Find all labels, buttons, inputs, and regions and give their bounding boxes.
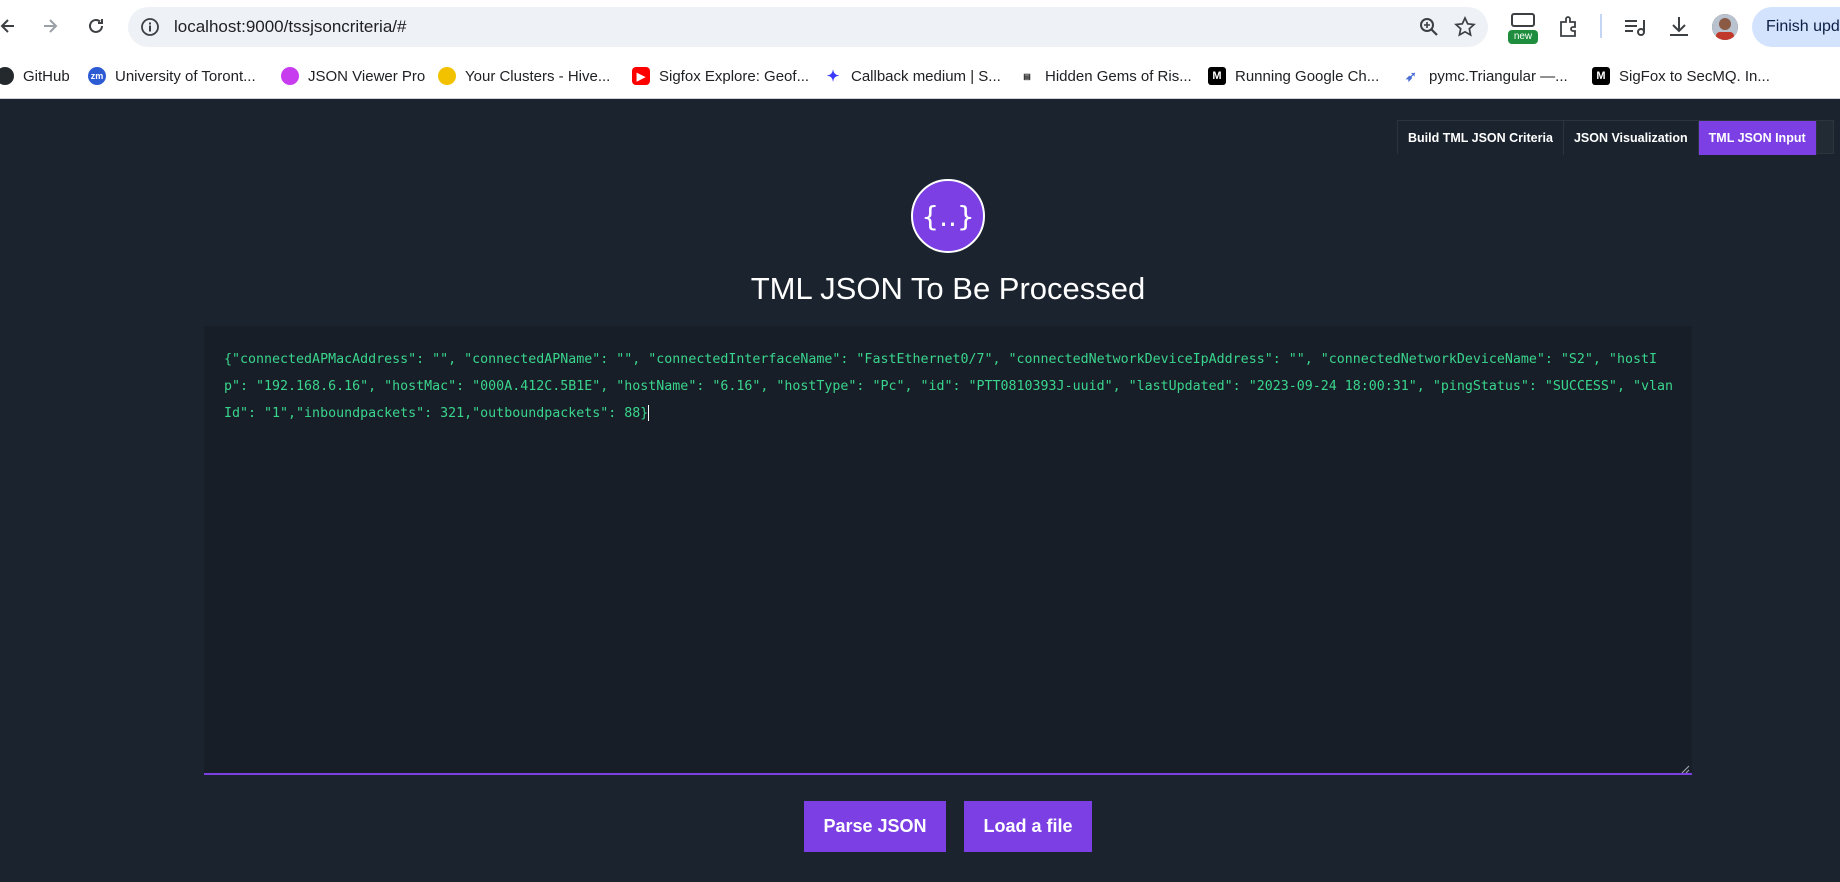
medium-icon: M [1592,67,1610,85]
extension-new-icon[interactable]: new [1508,10,1538,46]
github-icon [0,67,14,85]
bookmark-label: Sigfox Explore: Geof... [659,67,810,85]
book-icon: ▤ [1018,67,1036,85]
media-queue-icon[interactable] [1622,14,1648,40]
new-badge: new [1508,30,1538,44]
bookmark-label: Your Clusters - Hive... [465,67,611,85]
extensions-puzzle-icon[interactable] [1556,14,1582,40]
parse-json-button[interactable]: Parse JSON [804,801,946,852]
reload-icon[interactable] [82,12,110,40]
bookmark-label: pymc.Triangular —... [1429,67,1568,85]
tab-tml-json-input[interactable]: TML JSON Input [1698,121,1817,155]
bookmark-label: University of Toront... [115,67,256,85]
bookmark-label: Callback medium | S... [851,67,1001,85]
load-file-button[interactable]: Load a file [964,801,1092,852]
bookmark-item[interactable]: JSON Viewer Pro [281,65,425,87]
download-icon[interactable] [1666,14,1692,40]
bookmark-label: JSON Viewer Pro [308,67,426,85]
bookmark-item[interactable]: ✦ Callback medium | S... [824,65,1001,87]
url-text[interactable]: localhost:9000/tssjsoncriteria/# [174,17,406,37]
json-input-text[interactable]: {"connectedAPMacAddress": "", "connected… [224,346,1674,427]
finish-update-button[interactable]: Finish upda [1752,7,1840,47]
page-title: TML JSON To Be Processed [750,271,1146,306]
hive-icon [438,67,456,85]
profile-avatar[interactable] [1712,14,1738,40]
tab-bar: Build TML JSON Criteria JSON Visualizati… [1397,120,1834,155]
medium-icon: M [1208,67,1226,85]
resize-handle-icon[interactable] [1680,761,1690,774]
bookmark-item[interactable]: GitHub [0,65,70,87]
page-content: Build TML JSON Criteria JSON Visualizati… [0,99,1840,882]
butterfly-icon: ✦ [824,67,842,85]
site-info-icon[interactable] [140,17,160,37]
toolbar-divider [1600,14,1602,38]
bookmarks-bar: GitHub zm University of Toront... JSON V… [0,53,1840,99]
rocket-icon: ➶ [1402,67,1420,85]
json-logo-icon: {..} [911,179,985,253]
bookmark-label: SigFox to SecMQ. In... [1619,67,1770,85]
zoom-icon[interactable] [1418,16,1440,38]
bookmark-label: Hidden Gems of Ris... [1045,67,1192,85]
json-input-textarea[interactable]: {"connectedAPMacAddress": "", "connected… [204,326,1692,775]
json-input-value: {"connectedAPMacAddress": "", "connected… [224,352,1673,421]
bookmark-label: Running Google Ch... [1235,67,1380,85]
bookmark-item[interactable]: ▤ Hidden Gems of Ris... [1018,65,1192,87]
json-viewer-icon [281,67,299,85]
bookmark-item[interactable]: M SigFox to SecMQ. In... [1592,65,1770,87]
text-caret [648,405,650,421]
bookmark-item[interactable]: M Running Google Ch... [1208,65,1379,87]
bookmark-item[interactable]: ▶ Sigfox Explore: Geof... [632,65,809,87]
tab-bar-spacer [1816,121,1833,153]
bookmark-star-icon[interactable] [1454,15,1476,38]
tab-build-criteria[interactable]: Build TML JSON Criteria [1398,121,1564,155]
tab-json-visualization[interactable]: JSON Visualization [1563,121,1699,155]
youtube-icon: ▶ [632,67,650,85]
bookmark-item[interactable]: ➶ pymc.Triangular —... [1402,65,1568,87]
bookmark-item[interactable]: Your Clusters - Hive... [438,65,610,87]
address-bar[interactable]: localhost:9000/tssjsoncriteria/# [128,7,1488,47]
zoom-icon: zm [88,67,106,85]
forward-icon[interactable] [36,12,64,40]
browser-toolbar: localhost:9000/tssjsoncriteria/# new Fin… [0,0,1840,53]
bookmark-label: GitHub [23,67,70,85]
bookmark-item[interactable]: zm University of Toront... [88,65,256,87]
back-icon[interactable] [0,12,22,40]
